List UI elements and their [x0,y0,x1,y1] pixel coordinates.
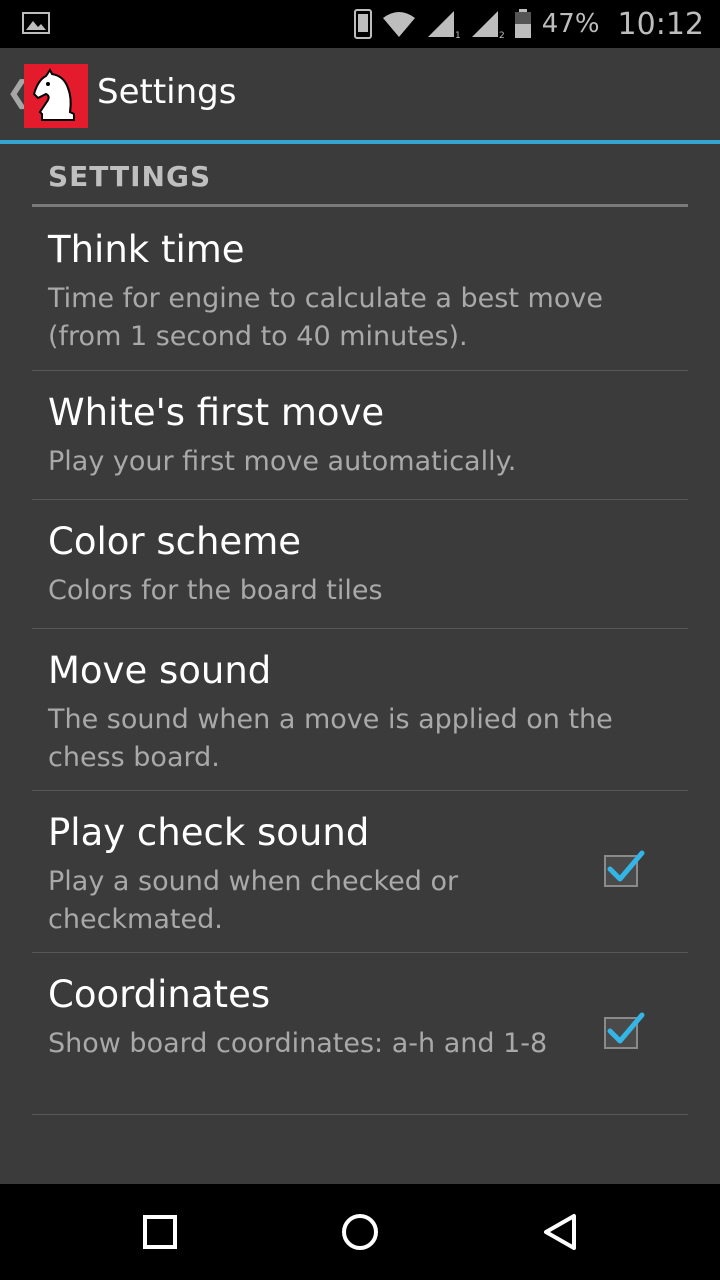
category-divider [32,204,688,207]
pref-title: Color scheme [48,520,302,563]
image-icon [22,12,50,34]
pref-summary: Play your first move automatically. [48,446,517,477]
action-bar: ❮ Settings [0,48,720,140]
status-bar: 1 2 47% 10:12 [0,0,720,48]
play-check-sound-checkbox[interactable] [604,850,645,887]
home-circle-icon[interactable] [340,1212,380,1252]
recents-square-icon[interactable] [140,1212,180,1252]
pref-coordinates[interactable]: Coordinates Show board coordinates: a-h … [32,953,688,1114]
pref-whites-first-move[interactable]: White's first move Play your first move … [32,371,688,499]
pref-title: Play check sound [48,811,370,854]
svg-text:1: 1 [455,31,460,39]
pref-color-scheme[interactable]: Color scheme Colors for the board tiles [32,500,688,628]
pref-summary: Show board coordinates: a-h and 1-8 [48,1028,548,1059]
chess-knight-icon[interactable] [24,64,88,128]
signal-2-icon: 2 [471,11,504,39]
divider [32,1114,688,1115]
pref-title: White's first move [48,391,385,434]
action-bar-accent-line [0,140,720,144]
wifi-icon [382,12,415,37]
navigation-bar [0,1184,720,1280]
page-title: Settings [97,72,237,112]
pref-title: Coordinates [48,973,271,1016]
status-icons: 1 2 47% 10:12 [353,0,704,48]
checkmark-icon [607,850,645,882]
pref-title: Move sound [48,649,272,692]
battery-icon [514,9,531,38]
svg-text:2: 2 [499,31,504,39]
coordinates-checkbox[interactable] [604,1012,645,1049]
signal-1-icon: 1 [427,11,460,39]
clock: 10:12 [617,6,704,42]
phone-icon [353,9,372,39]
pref-move-sound[interactable]: Move sound The sound when a move is appl… [32,629,688,790]
pref-title: Think time [48,228,245,271]
pref-play-check-sound[interactable]: Play check sound Play a sound when check… [32,791,688,952]
back-triangle-icon[interactable] [540,1212,580,1252]
checkmark-icon [607,1012,645,1044]
pref-summary: Time for engine to calculate a best move… [48,283,603,352]
pref-summary: Play a sound when checked or checkmated. [48,866,459,935]
battery-percent: 47% [541,9,600,39]
category-header: SETTINGS [48,160,212,193]
pref-summary: The sound when a move is applied on the … [48,704,613,773]
pref-summary: Colors for the board tiles [48,575,383,606]
pref-think-time[interactable]: Think time Time for engine to calculate … [32,208,688,370]
